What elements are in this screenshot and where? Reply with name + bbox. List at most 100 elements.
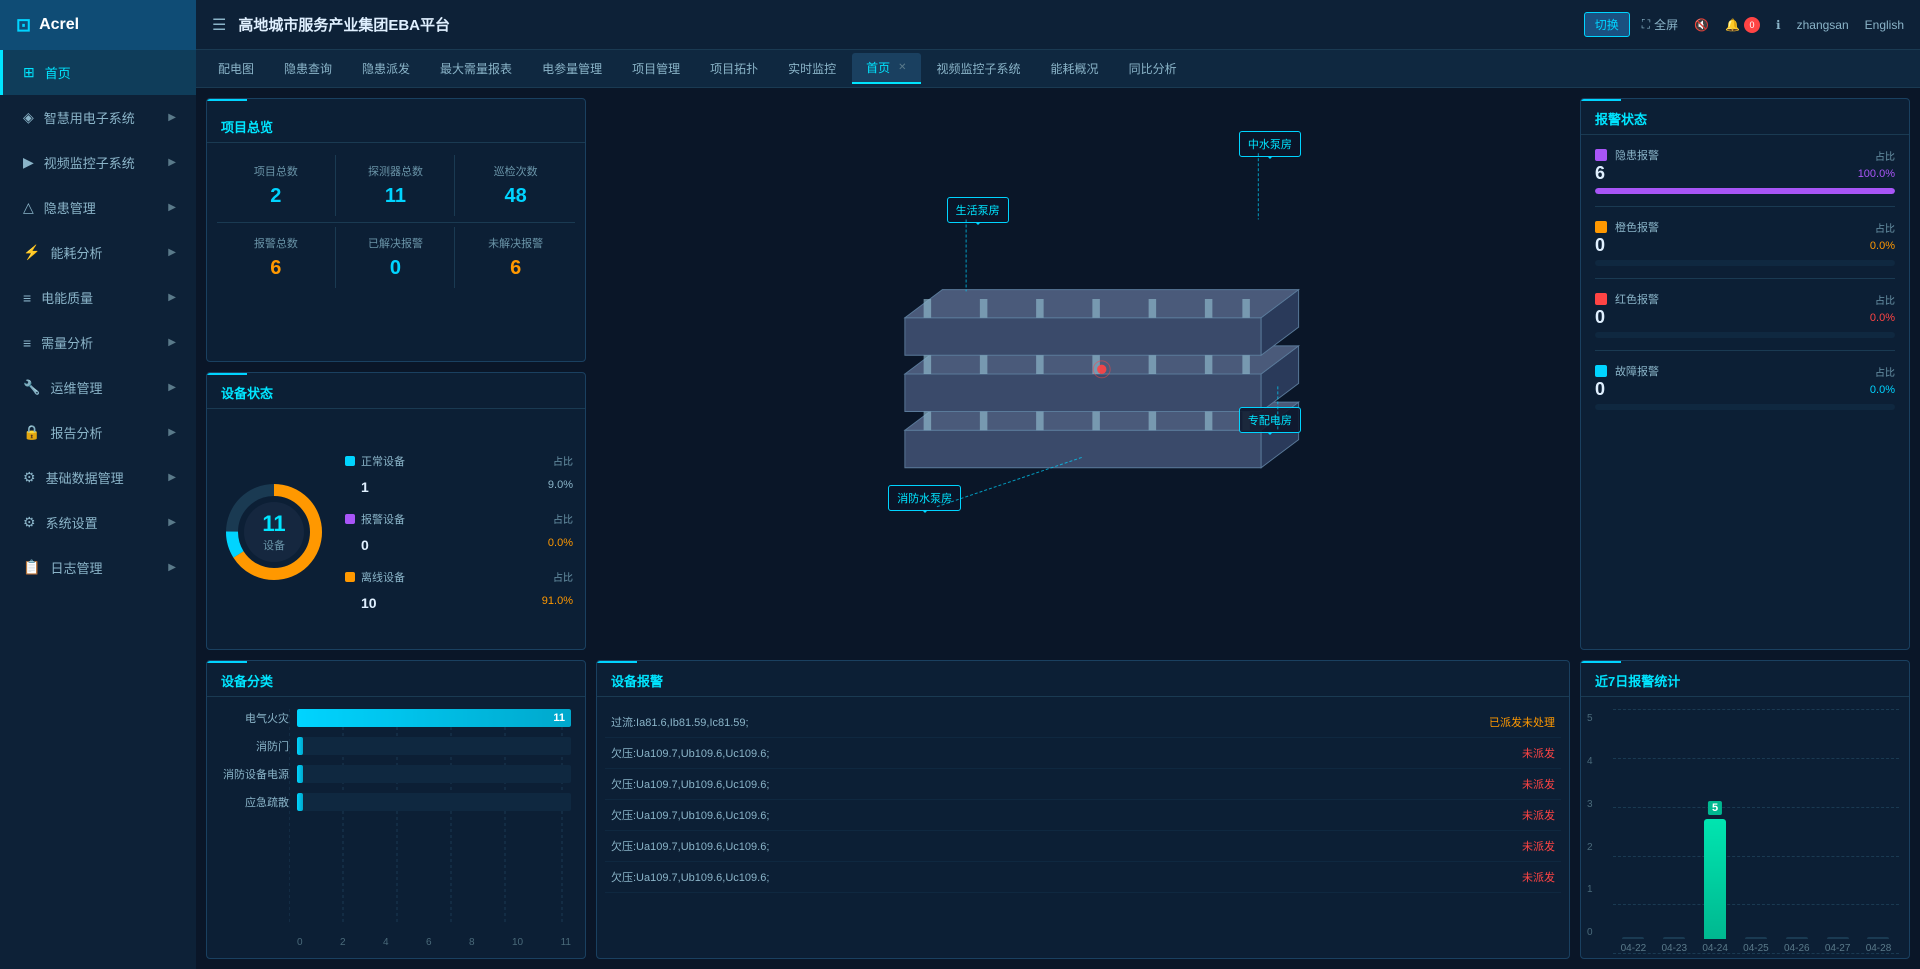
sidebar-item-smart-electrical[interactable]: ◈ 智慧用电子系统 ▶ xyxy=(0,95,196,140)
tab-label: 项目拓扑 xyxy=(710,60,758,77)
fullscreen-icon: ⛶ xyxy=(1642,17,1650,32)
bar-label-1: 04-23 xyxy=(1661,943,1687,954)
maintenance-icon: 🔧 xyxy=(23,379,40,396)
classify-bar xyxy=(297,737,303,755)
fire-pump-label: 消防水泵房 xyxy=(888,485,961,511)
video-monitor-icon: ▶ xyxy=(23,154,34,171)
device-status-panel: 设备状态 11 设备 xyxy=(206,372,586,651)
device-status-content: 11 设备 正常设备 占比 1 9.0% xyxy=(207,415,585,650)
tab-close-icon[interactable]: ✕ xyxy=(898,62,906,73)
legend-alarm-row: 报警设备 占比 xyxy=(345,511,573,527)
alarm-bar-bg xyxy=(1595,332,1895,338)
tab-power-mgmt[interactable]: 电参量管理 xyxy=(528,54,616,83)
stat-project-count: 项目总数 2 xyxy=(217,155,336,216)
sidebar-item-system-settings[interactable]: ⚙ 系统设置 ▶ xyxy=(0,500,196,545)
tab-project-expand[interactable]: 项目拓扑 xyxy=(696,54,772,83)
notification-badge: 0 xyxy=(1744,17,1760,33)
classify-bar xyxy=(297,765,303,783)
expand-arrow-icon: ▶ xyxy=(168,157,176,168)
stat-unresolved-alarm: 未解决报警 6 xyxy=(456,227,575,288)
menu-toggle-icon[interactable]: ☰ xyxy=(212,15,226,35)
tab-demand-report[interactable]: 最大需量报表 xyxy=(426,54,526,83)
tab-realtime-monitor[interactable]: 实时监控 xyxy=(774,54,850,83)
tab-hidden-query[interactable]: 隐患查询 xyxy=(270,54,346,83)
normal-count: 1 xyxy=(361,479,369,495)
bar-col-5 xyxy=(1827,937,1849,939)
donut-label: 设备 xyxy=(262,537,285,553)
expand-arrow-icon: ▶ xyxy=(168,202,176,213)
tab-home[interactable]: 首页 ✕ xyxy=(852,53,920,84)
stat-label: 未解决报警 xyxy=(460,235,571,251)
alarm-text: 欠压:Ua109.7,Ub109.6,Uc109.6; xyxy=(611,838,769,854)
grid-line xyxy=(1613,758,1899,759)
language-selector[interactable]: English xyxy=(1865,18,1904,32)
notification-button[interactable]: 🔔 0 xyxy=(1725,17,1760,33)
ratio-label: 占比 xyxy=(1875,364,1895,379)
tab-label: 配电图 xyxy=(218,60,254,77)
bar-group-3: 04-25 xyxy=(1743,937,1769,954)
mute-icon: 🔇 xyxy=(1694,18,1709,32)
tab-hidden-dispatch[interactable]: 隐患派发 xyxy=(348,54,424,83)
device-alarm-panel: 设备报警 过流:Ia81.6,Ib81.59,Ic81.59; 已派发未处理 欠… xyxy=(596,660,1570,959)
sidebar-item-log[interactable]: 📋 日志管理 ▶ xyxy=(0,545,196,590)
device-classify-title: 设备分类 xyxy=(207,661,585,697)
tab-video-control[interactable]: 视频监控子系统 xyxy=(923,54,1035,83)
sidebar-label: 智慧用电子系统 xyxy=(44,108,135,127)
sidebar-item-power-quality[interactable]: ≡ 电能质量 ▶ xyxy=(0,275,196,320)
classify-bar xyxy=(297,793,303,811)
sidebar-item-hidden-danger[interactable]: △ 隐患管理 ▶ xyxy=(0,185,196,230)
bar-group-2: 5 04-24 xyxy=(1702,819,1728,954)
user-profile[interactable]: zhangsan xyxy=(1797,18,1849,32)
alarm-pct: 100.0% xyxy=(1858,168,1895,180)
fullscreen-label: 全屏 xyxy=(1654,16,1678,33)
expand-arrow-icon: ▶ xyxy=(168,112,176,123)
mute-button[interactable]: 🔇 xyxy=(1694,18,1709,32)
bar-label-2: 04-24 xyxy=(1702,943,1728,954)
sidebar-item-report[interactable]: 🔒 报告分析 ▶ xyxy=(0,410,196,455)
sidebar-item-maintenance[interactable]: 🔧 运维管理 ▶ xyxy=(0,365,196,410)
project-overview-panel: 项目总览 项目总数 2 探测器总数 11 巡检次数 48 报警总数 xyxy=(206,98,586,362)
hidden-alarm-dot xyxy=(1595,149,1607,161)
stat-label: 巡检次数 xyxy=(460,163,571,179)
tab-diagram[interactable]: 配电图 xyxy=(204,54,268,83)
tab-project-mgmt[interactable]: 项目管理 xyxy=(618,54,694,83)
sidebar-item-base-data[interactable]: ⚙ 基础数据管理 ▶ xyxy=(0,455,196,500)
sidebar-item-energy[interactable]: ⚡ 能耗分析 ▶ xyxy=(0,230,196,275)
alarm-type-name: 隐患报警 xyxy=(1615,147,1867,163)
legend-offline-vals: 10 91.0% xyxy=(345,595,573,611)
bar-col-6 xyxy=(1867,937,1889,939)
sidebar-item-home[interactable]: ⊞ 首页 xyxy=(0,50,196,95)
alarm-count: 0 xyxy=(361,537,369,553)
alarm-pct: 0.0% xyxy=(548,537,573,553)
axis-3: 6 xyxy=(426,937,432,948)
y-label-3: 3 xyxy=(1587,799,1593,810)
hidden-danger-icon: △ xyxy=(23,199,34,216)
tab-compare-analysis[interactable]: 同比分析 xyxy=(1115,54,1191,83)
expand-arrow-icon: ▶ xyxy=(168,337,176,348)
expand-arrow-icon: ▶ xyxy=(168,472,176,483)
classify-label: 消防门 xyxy=(221,738,289,754)
fullscreen-button[interactable]: ⛶ 全屏 xyxy=(1642,16,1678,33)
page-title: 高地城市服务产业集团EBA平台 xyxy=(238,14,1571,35)
building-3d-model xyxy=(843,224,1323,524)
info-button[interactable]: ℹ xyxy=(1776,18,1781,32)
expand-arrow-icon: ▶ xyxy=(168,292,176,303)
logo-text: Acrel xyxy=(39,16,79,34)
classify-label: 消防设备电源 xyxy=(221,766,289,782)
sidebar-item-video-monitor[interactable]: ▶ 视频监控子系统 ▶ xyxy=(0,140,196,185)
alarm-status-content: 隐患报警 占比 6 100.0% xyxy=(1581,141,1909,428)
alarm-row-3: 欠压:Ua109.7,Ub109.6,Uc109.6; 未派发 xyxy=(605,800,1561,831)
tab-label: 隐患查询 xyxy=(284,60,332,77)
alarm-count: 6 xyxy=(1595,163,1605,184)
tab-energy-status[interactable]: 能耗概况 xyxy=(1037,54,1113,83)
legend-offline-row: 离线设备 占比 xyxy=(345,569,573,585)
project-overview-title: 项目总览 xyxy=(207,107,585,143)
ratio-label: 占比 xyxy=(553,511,573,526)
sidebar-item-demand[interactable]: ≡ 需量分析 ▶ xyxy=(0,320,196,365)
alarm-type-name: 红色报警 xyxy=(1615,291,1867,307)
switch-button[interactable]: 切换 xyxy=(1584,12,1630,37)
sidebar-label: 需量分析 xyxy=(41,333,93,352)
alarm-row-5: 欠压:Ua109.7,Ub109.6,Uc109.6; 未派发 xyxy=(605,862,1561,893)
stat-detector-count: 探测器总数 11 xyxy=(337,155,456,216)
y-label-0: 0 xyxy=(1587,927,1593,938)
